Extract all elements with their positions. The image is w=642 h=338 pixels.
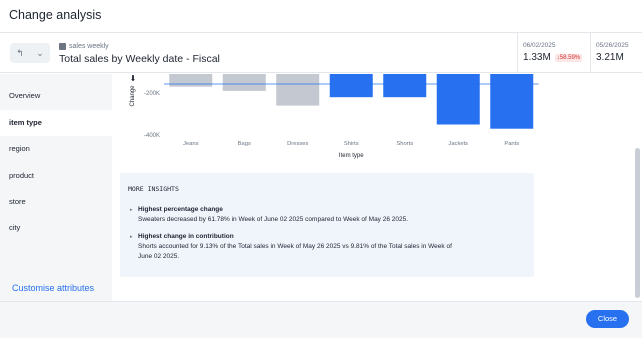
- bar: [490, 74, 534, 129]
- metric-value: 1.33M: [523, 52, 551, 63]
- chevron-right-icon: ▸: [130, 207, 133, 213]
- metric-current: 06/02/2025 1.33M ↓58.59%: [517, 33, 589, 73]
- dialog-title: Change analysis: [9, 8, 102, 22]
- x-tick-label: Pants: [504, 141, 519, 147]
- x-tick-label: Shirts: [344, 141, 359, 147]
- x-tick-label: Bags: [238, 141, 251, 147]
- bar: [329, 74, 373, 98]
- chevron-right-icon: ▸: [130, 234, 133, 240]
- x-axis-label: Item type: [339, 153, 364, 159]
- change-chart: -200K -400K Jeans Bags Dresses Shirts Shorts Ja…: [130, 74, 539, 159]
- insight-title: Highest change in contribution: [138, 233, 234, 240]
- bar: [383, 74, 427, 98]
- insights-panel: MORE INSIGHTS ▸ Highest percentage chang…: [120, 173, 534, 277]
- metric-date: 06/02/2025: [523, 42, 556, 49]
- y-axis-label: Change: [130, 85, 136, 107]
- table-icon: [59, 43, 66, 50]
- x-tick-label: Dresses: [287, 141, 308, 147]
- source-name: sales weekly: [69, 43, 109, 50]
- bar: [169, 74, 213, 87]
- x-tick-label: Jeans: [183, 141, 199, 147]
- scrollbar-thumb[interactable]: [635, 148, 640, 298]
- x-tick-label: Shorts: [396, 141, 413, 147]
- y-tick-label: -400K: [144, 133, 160, 139]
- dialog-header: Change analysis: [0, 0, 642, 33]
- metric-value: 3.21M: [596, 52, 624, 63]
- sort-arrow-icon: ⬇: [130, 74, 137, 83]
- sidebar-item-store[interactable]: store: [0, 189, 112, 215]
- insight-body: Shorts accounted for 9.13% of the Total …: [138, 243, 452, 260]
- context-title: Total sales by Weekly date - Fiscal: [59, 53, 220, 65]
- metric-previous: 05/26/2025 3.21M: [590, 33, 642, 73]
- x-tick-label: Jackets: [448, 141, 468, 147]
- close-button[interactable]: Close: [586, 310, 629, 328]
- change-badge: ↓58.59%: [554, 53, 583, 62]
- attribute-sidebar: Overview item type region product store …: [0, 74, 119, 301]
- context-bar: ↰ ⌄ sales weekly Total sales by Weekly d…: [0, 33, 642, 73]
- chevron-down-icon[interactable]: ⌄: [36, 48, 44, 58]
- metric-date: 05/26/2025: [596, 42, 629, 49]
- insight-item: ▸ Highest percentage change Sweaters dec…: [130, 206, 460, 225]
- insight-item: ▸ Highest change in contribution Shorts …: [130, 233, 460, 262]
- sidebar-item-city[interactable]: city: [0, 215, 112, 241]
- dialog-footer: [0, 301, 642, 338]
- y-tick-label: -200K: [144, 91, 160, 97]
- sidebar-item-item-type[interactable]: item type: [0, 110, 119, 136]
- history-nav[interactable]: ↰ ⌄: [10, 43, 50, 63]
- sidebar-item-overview[interactable]: Overview: [0, 83, 112, 109]
- bar: [276, 74, 320, 106]
- insights-heading: MORE INSIGHTS: [128, 185, 179, 193]
- bar: [222, 74, 266, 91]
- customise-attributes-link[interactable]: Customise attributes: [12, 283, 94, 293]
- bar: [436, 74, 480, 125]
- source-label: sales weekly: [59, 43, 109, 50]
- sidebar-item-product[interactable]: product: [0, 163, 112, 189]
- main-panel: -200K -400K Jeans Bags Dresses Shirts Shorts Ja…: [112, 74, 634, 301]
- insight-title: Highest percentage change: [138, 206, 223, 213]
- insight-body: Sweaters decreased by 61.78% in Week of …: [138, 216, 409, 223]
- undo-icon[interactable]: ↰: [16, 48, 24, 58]
- sidebar-item-region[interactable]: region: [0, 136, 112, 162]
